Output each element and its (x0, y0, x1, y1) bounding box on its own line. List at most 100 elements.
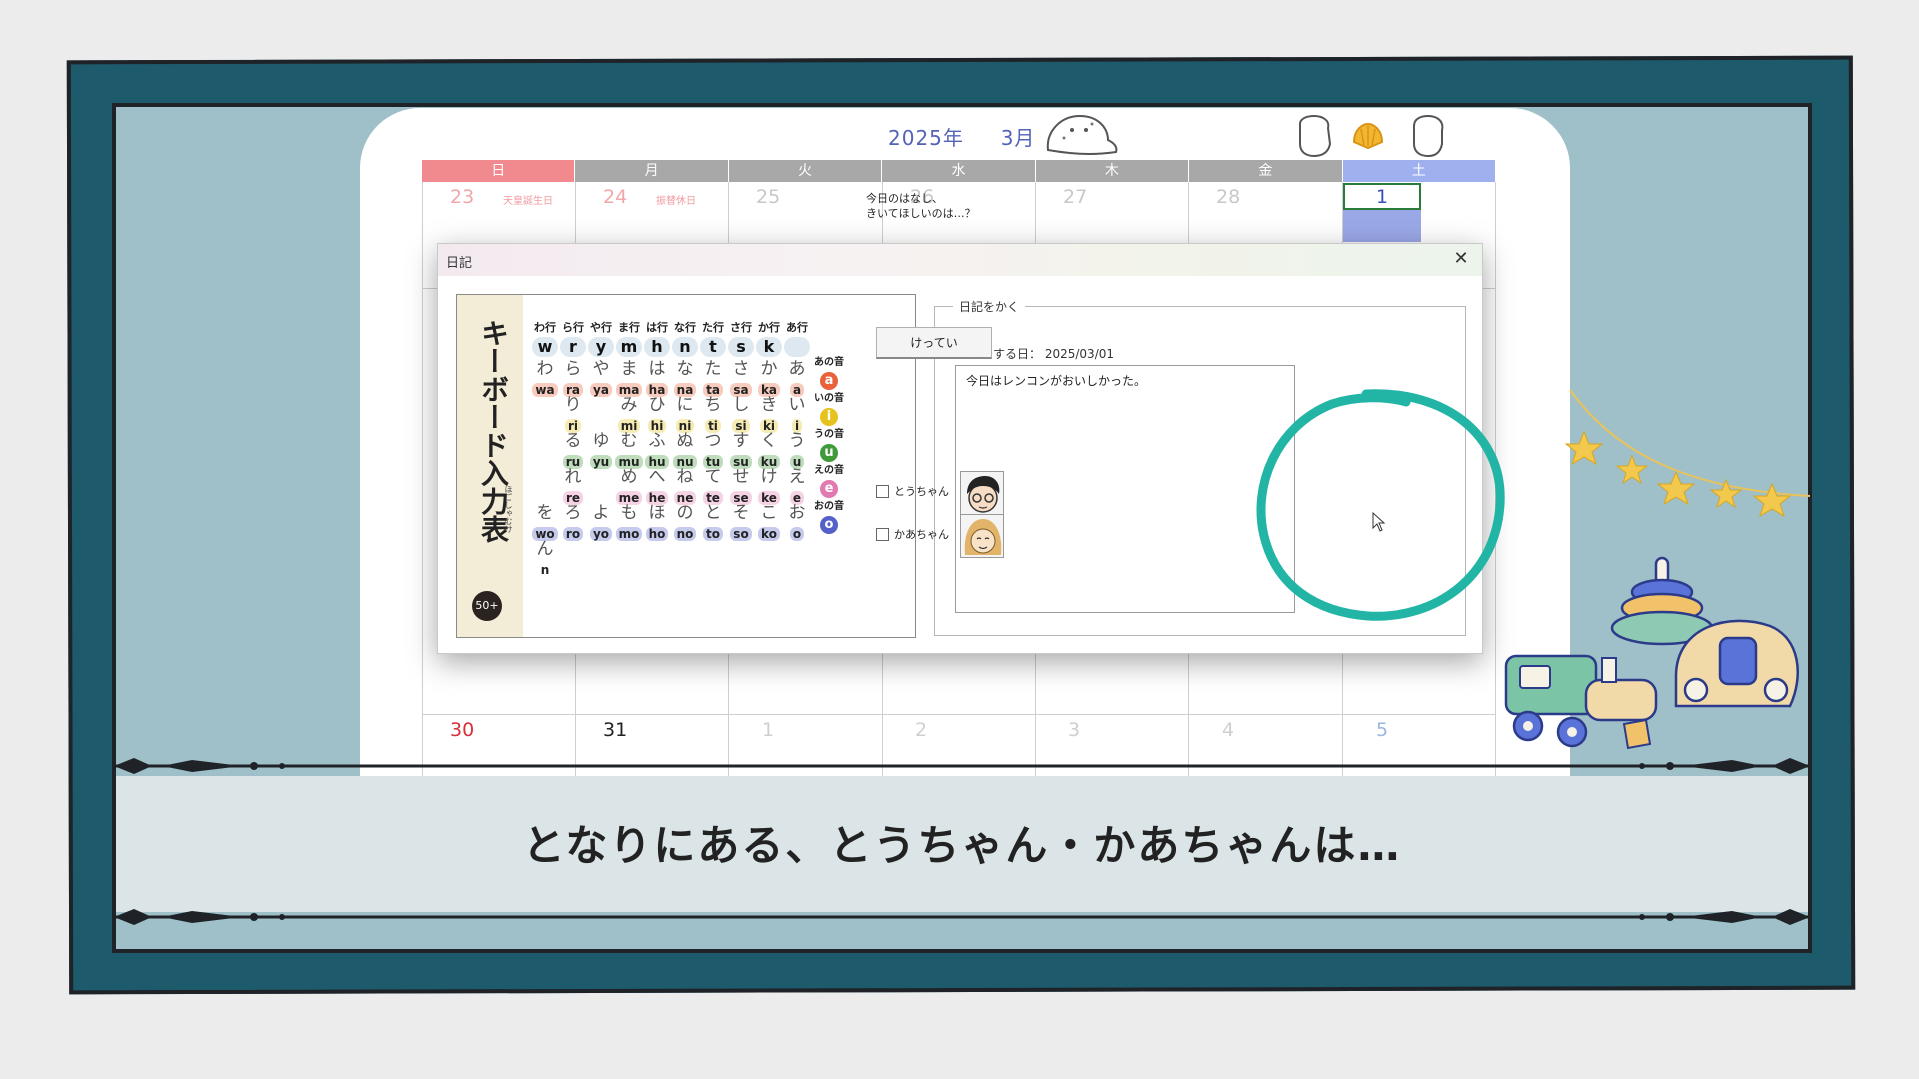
chart-badge: 50+ (472, 591, 502, 621)
kana-cell: れ re (557, 467, 589, 507)
romaji-char: yu (589, 455, 613, 469)
weekday-mon: 月 (575, 160, 729, 182)
kana-char: れ (564, 467, 582, 487)
keyboard-input-chart: キーボード入力表 ほごしゃむけ 50+ わ行 ら行 や行 ま行 は行 な行 た行 さ行 か行 あ行… (456, 294, 916, 638)
kana-cell: り ri (557, 395, 589, 435)
mouse-cursor-icon (1372, 512, 1386, 532)
romaji-char: n (540, 563, 550, 577)
option-father[interactable]: とうちゃん (876, 471, 1016, 515)
dialog-title: 日記 (446, 256, 473, 271)
calendar-title: 2025年 3月 (888, 122, 1035, 151)
shell-icon (1352, 122, 1384, 150)
face-icon (1299, 114, 1332, 158)
vowel-key: いの音 i (809, 393, 849, 433)
father-avatar (960, 471, 1004, 515)
consonant-key: r (560, 337, 586, 357)
kana-char: ん (536, 539, 554, 559)
father-face-icon (967, 476, 1000, 513)
consonant-key: m (616, 337, 642, 357)
star-garland-icon (1564, 389, 1811, 518)
romaji-char: yo (589, 527, 613, 541)
weekday-tue: 火 (728, 160, 883, 182)
consonant-key: k (756, 337, 782, 357)
romaji-char: mo (615, 527, 643, 541)
day-cell[interactable]: 1 (1376, 186, 1388, 208)
kana-cell: んn (529, 539, 561, 579)
mother-label: かあちゃん (894, 528, 949, 541)
romaji-char: ko (758, 527, 780, 541)
day-cell[interactable]: 31 (603, 719, 627, 741)
divider-ornament (112, 909, 1812, 925)
weekday-thu: 木 (1035, 160, 1190, 182)
decide-button[interactable]: けってい (876, 327, 992, 359)
vowel-letter: i (820, 408, 838, 426)
vowel-letter: a (820, 372, 838, 390)
vowel-label: うの音 (814, 429, 844, 440)
highlight-circle (1256, 389, 1505, 621)
option-mother[interactable]: かあちゃん (876, 514, 1016, 558)
consonant-key: n (672, 337, 698, 357)
mother-face-icon (964, 519, 1002, 555)
day-cell[interactable]: 2 (915, 719, 927, 741)
day-cell[interactable]: 3 (1068, 719, 1080, 741)
face-icon (1413, 114, 1444, 158)
romaji-char: no (673, 527, 697, 541)
father-label: とうちゃん (894, 485, 949, 498)
consonant-key (784, 337, 810, 357)
divider-ornament (112, 758, 1812, 774)
weekday-sun: 日 (422, 160, 576, 182)
day-cell[interactable]: 5 (1376, 719, 1388, 741)
vowel-key: おの音 o (809, 501, 849, 541)
holiday-label: 振替休日 (656, 196, 696, 207)
chart-side-panel: キーボード入力表 ほごしゃむけ 50+ (457, 295, 523, 637)
romaji-char: ho (645, 527, 669, 541)
weekday-sat: 土 (1342, 160, 1496, 182)
consonant-key: h (644, 337, 670, 357)
close-icon[interactable]: ✕ (1450, 248, 1472, 270)
consonant-key: y (588, 337, 614, 357)
romaji-char: o (789, 527, 805, 541)
vowel-key: あの音 a (809, 357, 849, 397)
grid-line (422, 182, 423, 820)
screen: 2025年 3月 日 月 火 水 木 金 土 23 天皇誕生日 24 振替休日 … (0, 0, 1919, 1079)
weekday-wed: 水 (882, 160, 1036, 182)
romaji-char: to (703, 527, 723, 541)
ask-question: 今日のはなし、 きいてほしいのは…？ (866, 191, 996, 221)
gyou-label: あ行 (786, 321, 808, 334)
day-cell[interactable]: 4 (1222, 719, 1234, 741)
ask-line: 今日のはなし、 (866, 192, 943, 205)
weekday-header: 日 月 火 水 木 金 土 (422, 160, 1496, 182)
consonant-key: s (728, 337, 754, 357)
day-cell[interactable]: 24 (603, 186, 627, 208)
mother-checkbox[interactable] (876, 528, 889, 541)
vowel-label: えの音 (814, 465, 844, 476)
romaji-char: wa (532, 383, 558, 397)
caption-text: となりにある、とうちゃん・かあちゃんは… (522, 821, 1402, 870)
father-checkbox[interactable] (876, 485, 889, 498)
kana-char: り (564, 395, 582, 415)
calendar-year: 2025年 (888, 126, 964, 150)
day-cell[interactable]: 28 (1216, 186, 1240, 208)
day-cell[interactable]: 23 (450, 186, 474, 208)
selected-day-fill (1343, 210, 1421, 242)
diary-group-label: 日記をかく (953, 298, 1026, 315)
day-cell[interactable]: 30 (450, 719, 474, 741)
romaji-char: ro (562, 527, 584, 541)
consonant-key: w (532, 337, 558, 357)
day-cell[interactable]: 27 (1063, 186, 1087, 208)
romaji-char: so (730, 527, 752, 541)
day-cell[interactable]: 25 (756, 186, 780, 208)
holiday-label: 天皇誕生日 (503, 196, 553, 207)
vowel-letter: o (820, 516, 838, 534)
grid-line (422, 714, 1496, 715)
day-cell[interactable]: 1 (762, 719, 774, 741)
ask-line: きいてほしいのは…？ (866, 207, 976, 220)
vowel-key: えの音 e (809, 465, 849, 505)
calendar-month: 3月 (1000, 126, 1036, 150)
chart-subtitle: ほごしゃむけ (504, 485, 513, 533)
vowel-letter: u (820, 444, 838, 462)
dialog-titlebar: 日記 ✕ (438, 244, 1482, 276)
romaji-char: ya (590, 383, 612, 397)
vowel-label: あの音 (814, 357, 844, 368)
consonant-key: t (700, 337, 726, 357)
